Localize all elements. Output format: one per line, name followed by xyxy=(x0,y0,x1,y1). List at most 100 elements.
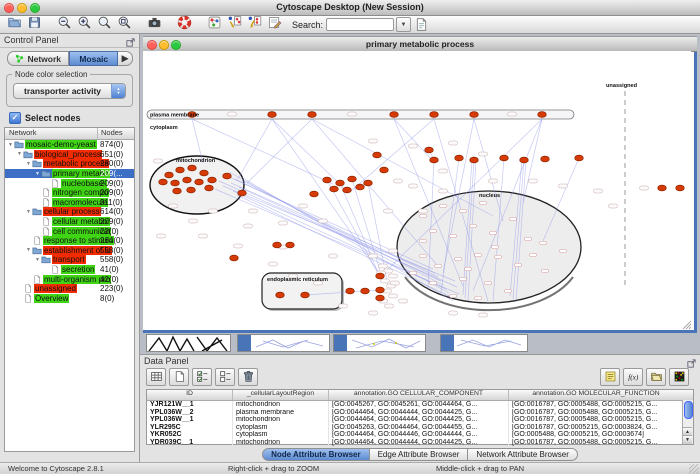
table-row[interactable]: YKR052Ccytoplasm[GO:0044464, GO:0044446,… xyxy=(147,431,693,439)
graph-node[interactable] xyxy=(195,179,204,185)
tree-item-primary-metabo[interactable]: ▼primary metabo209(... xyxy=(5,169,134,179)
graph-node[interactable] xyxy=(176,167,185,173)
nucleus-region[interactable] xyxy=(397,191,581,303)
graph-node[interactable] xyxy=(348,176,357,182)
vizmapper-icon[interactable] xyxy=(204,14,224,30)
tab-edge-attribute-browser[interactable]: Edge Attribute Browser xyxy=(370,448,468,461)
select-all-attributes-icon[interactable] xyxy=(192,368,212,386)
graph-node[interactable] xyxy=(205,185,214,191)
graph-node[interactable] xyxy=(273,242,282,248)
network-canvas[interactable]: plasma membranecytoplasmmitochondrionnuc… xyxy=(143,51,691,330)
table-row[interactable]: YJR121W__1mitochondrion[GO:0045267, GO:0… xyxy=(147,401,693,409)
column-header-0[interactable]: ID xyxy=(147,390,233,400)
graph-node[interactable] xyxy=(310,191,319,197)
graph-node[interactable] xyxy=(187,187,196,193)
tab-arrow[interactable]: ▶ xyxy=(118,51,133,66)
graph-node[interactable] xyxy=(343,187,352,193)
float-panel-icon[interactable] xyxy=(686,356,697,367)
graph-node[interactable] xyxy=(330,186,339,192)
tree-column-divider[interactable] xyxy=(97,128,98,139)
minimized-window-thumbnail[interactable] xyxy=(237,334,330,352)
zoom-out-icon[interactable] xyxy=(54,14,74,30)
graph-node[interactable] xyxy=(188,165,197,171)
matrix-icon[interactable] xyxy=(669,368,689,386)
graph-node[interactable] xyxy=(538,112,547,118)
graph-node[interactable] xyxy=(268,112,277,118)
graph-node[interactable] xyxy=(159,179,168,185)
graph-node[interactable] xyxy=(301,292,310,298)
search-dropdown-button[interactable]: ▼ xyxy=(396,17,411,32)
graph-node[interactable] xyxy=(364,180,373,186)
table-row[interactable]: YPL036W__1mitochondrion[GO:0044464, GO:0… xyxy=(147,416,693,424)
table-row[interactable]: YDR039C__1mitochondrion[GO:0044464, GO:0… xyxy=(147,439,693,447)
notes-icon[interactable] xyxy=(600,368,620,386)
window-resize-grip[interactable] xyxy=(689,464,699,474)
tree-item-response-to-stimulu[interactable]: response to stimulu264(0) xyxy=(5,236,134,246)
graph-node[interactable] xyxy=(520,157,529,163)
graph-node[interactable] xyxy=(276,292,285,298)
graph-node[interactable] xyxy=(173,188,182,194)
graph-node[interactable] xyxy=(356,184,365,190)
minimized-window-thumbnail[interactable] xyxy=(440,334,528,352)
tree-item-cellular-process[interactable]: ▼cellular process614(0) xyxy=(5,207,134,217)
attribute-table-header[interactable]: ID_cellularLayoutRegionannotation.GO CEL… xyxy=(147,390,693,401)
graph-node[interactable] xyxy=(238,190,247,196)
graph-node[interactable] xyxy=(658,185,667,191)
network-graph[interactable]: plasma membranecytoplasmmitochondrionnuc… xyxy=(143,51,691,330)
graph-node[interactable] xyxy=(308,112,317,118)
zoom-selected-icon[interactable] xyxy=(94,14,114,30)
graph-node[interactable] xyxy=(500,155,509,161)
tree-item-macromolecule[interactable]: macromolecule311(0) xyxy=(5,198,134,208)
tree-item-multi-organism-pro[interactable]: multi-organism pro42(0) xyxy=(5,274,134,284)
graph-node[interactable] xyxy=(425,147,434,153)
graph-node[interactable] xyxy=(575,155,584,161)
network-tree-header[interactable]: Network Nodes xyxy=(5,128,134,140)
unselect-all-attributes-icon[interactable] xyxy=(215,368,235,386)
float-panel-icon[interactable] xyxy=(125,35,136,46)
graph-node[interactable] xyxy=(390,112,399,118)
graph-node[interactable] xyxy=(470,157,479,163)
plugin-export-icon[interactable] xyxy=(244,14,264,30)
zoom-fit-icon[interactable] xyxy=(114,14,134,30)
network-window-titlebar[interactable]: primary metabolic process xyxy=(143,36,697,52)
plugin-import-icon[interactable] xyxy=(224,14,244,30)
graph-node[interactable] xyxy=(230,255,239,261)
graph-node[interactable] xyxy=(376,295,385,301)
window-resize-grip[interactable] xyxy=(683,321,691,329)
tree-item-secretion[interactable]: secretion41(0) xyxy=(5,265,134,275)
graph-node[interactable] xyxy=(165,172,174,178)
select-nodes-checkbox[interactable]: ✓ Select nodes xyxy=(9,112,81,124)
graph-node[interactable] xyxy=(430,112,439,118)
tree-item-mosaic-demo-yeast[interactable]: ▼mosaic-demo-yeast874(0) xyxy=(5,140,134,150)
annotation-form-icon[interactable] xyxy=(264,14,284,30)
tree-item-cellular-metabol[interactable]: cellular metabol209(0) xyxy=(5,217,134,227)
tab-mosaic[interactable]: Mosaic xyxy=(69,51,118,66)
tree-item-nucleobase[interactable]: nucleobase-209(0) xyxy=(5,178,134,188)
help-ring-icon[interactable] xyxy=(174,14,194,30)
delete-attribute-icon[interactable] xyxy=(238,368,258,386)
graph-node[interactable] xyxy=(286,242,295,248)
disclosure-triangle-icon[interactable]: ▼ xyxy=(34,257,41,263)
tree-item-metabolic-process[interactable]: ▼metabolic process280(0) xyxy=(5,159,134,169)
graph-node[interactable] xyxy=(361,288,370,294)
graph-node[interactable] xyxy=(171,180,180,186)
zoom-in-icon[interactable] xyxy=(74,14,94,30)
search-input[interactable] xyxy=(326,18,394,31)
import-attributes-icon[interactable] xyxy=(646,368,666,386)
formula-builder-icon[interactable]: f(x) xyxy=(623,368,643,386)
column-header-1[interactable]: _cellularLayoutRegion xyxy=(233,390,329,400)
attribute-grid-icon[interactable] xyxy=(146,368,166,386)
graph-node[interactable] xyxy=(470,112,479,118)
graph-node[interactable] xyxy=(676,185,685,191)
graph-node[interactable] xyxy=(183,177,192,183)
node-color-combobox[interactable]: transporter activity ▲▼ xyxy=(13,83,126,99)
tree-item-transport[interactable]: ▼transport558(0) xyxy=(5,255,134,265)
disclosure-triangle-icon[interactable]: ▼ xyxy=(7,142,14,148)
tree-item-cell-communicat[interactable]: cell communicat22(0) xyxy=(5,226,134,236)
tab-node-attribute-browser[interactable]: Node Attribute Browser xyxy=(262,448,370,461)
table-scrollbar[interactable]: ▲ ▼ xyxy=(682,400,693,444)
graph-node[interactable] xyxy=(455,155,464,161)
column-header-3[interactable]: annotation.GO MOLECULAR_FUNCTION xyxy=(509,390,683,400)
graph-node[interactable] xyxy=(380,167,389,173)
graph-node[interactable] xyxy=(346,288,355,294)
